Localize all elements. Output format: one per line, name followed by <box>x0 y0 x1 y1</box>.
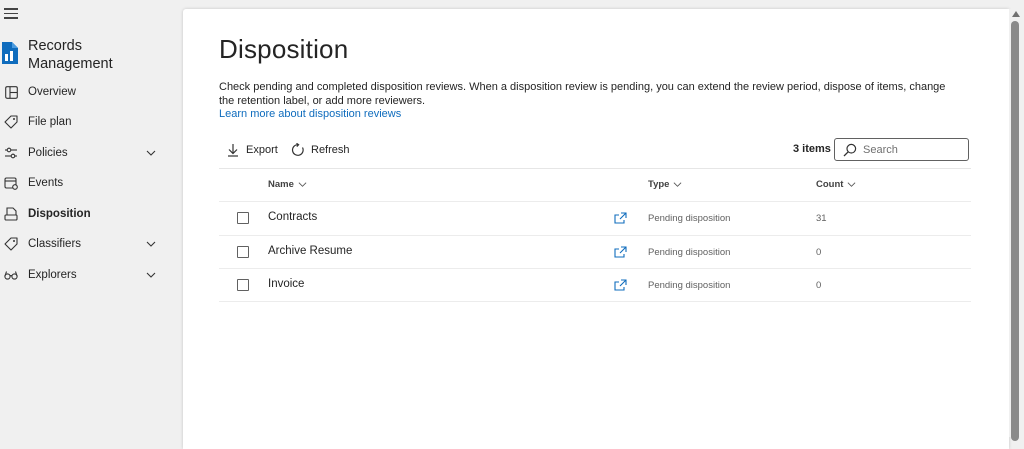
table-row[interactable]: Contracts Pending disposition 31 <box>219 201 971 235</box>
table-bottom-border <box>219 301 971 302</box>
row-checkbox[interactable] <box>237 279 249 291</box>
page-title: Disposition <box>219 34 349 64</box>
chevron-down-icon[interactable] <box>146 270 156 280</box>
nav-label-explorers: Explorers <box>28 269 77 281</box>
left-nav: Records Management Overview File plan Po… <box>0 0 182 437</box>
open-in-new-icon[interactable] <box>614 279 627 291</box>
records-management-icon <box>2 42 18 64</box>
nav-item-events[interactable]: Events <box>0 168 182 198</box>
tag-icon <box>4 115 18 129</box>
download-icon <box>226 143 240 157</box>
search-box[interactable] <box>834 138 969 161</box>
table-row[interactable]: Invoice Pending disposition 0 <box>219 268 971 302</box>
nav-label-policies: Policies <box>28 147 68 159</box>
row-count: 31 <box>816 213 827 224</box>
nav-item-explorers[interactable]: Explorers <box>0 260 182 290</box>
toolbar-divider <box>219 168 971 169</box>
refresh-label: Refresh <box>311 144 350 156</box>
sliders-icon <box>4 146 18 160</box>
chevron-down-icon <box>298 180 307 189</box>
row-checkbox[interactable] <box>237 246 249 258</box>
row-name[interactable]: Archive Resume <box>268 245 352 257</box>
tag-icon <box>4 237 18 251</box>
nav-item-overview[interactable]: Overview <box>0 77 182 107</box>
export-button[interactable]: Export <box>226 140 278 160</box>
nav-item-policies[interactable]: Policies <box>0 138 182 168</box>
column-header-name[interactable]: Name <box>268 179 307 190</box>
table-row[interactable]: Archive Resume Pending disposition 0 <box>219 235 971 269</box>
row-name[interactable]: Contracts <box>268 211 317 223</box>
nav-label-disposition: Disposition <box>28 208 91 220</box>
open-in-new-icon[interactable] <box>614 212 627 224</box>
page-description: Check pending and completed disposition … <box>219 81 946 107</box>
row-name[interactable]: Invoice <box>268 278 304 290</box>
column-header-count[interactable]: Count <box>816 179 856 190</box>
nav-item-disposition[interactable]: Disposition <box>0 199 182 229</box>
row-count: 0 <box>816 247 822 258</box>
items-count: 3 items <box>793 143 831 155</box>
row-checkbox[interactable] <box>237 212 249 224</box>
row-type: Pending disposition <box>648 213 731 224</box>
scrollbar-thumb[interactable] <box>1011 21 1019 441</box>
learn-more-link[interactable]: Learn more about disposition reviews <box>219 108 401 120</box>
row-type: Pending disposition <box>648 280 731 291</box>
refresh-icon <box>291 143 305 157</box>
column-header-count-label: Count <box>816 179 844 190</box>
chevron-down-icon[interactable] <box>146 148 156 158</box>
refresh-button[interactable]: Refresh <box>291 140 350 160</box>
glasses-icon <box>4 268 18 282</box>
chevron-down-icon[interactable] <box>146 239 156 249</box>
column-header-type-label: Type <box>648 179 670 190</box>
main-panel: Disposition Check pending and completed … <box>183 9 1009 449</box>
column-header-name-label: Name <box>268 179 294 190</box>
overview-icon <box>4 85 18 99</box>
nav-label-classifiers: Classifiers <box>28 238 82 250</box>
disposition-icon <box>4 207 18 221</box>
export-label: Export <box>246 144 278 156</box>
row-count: 0 <box>816 280 822 291</box>
app-title: Records Management <box>28 38 113 72</box>
hamburger-menu-icon[interactable] <box>4 6 20 20</box>
nav-label-events: Events <box>28 177 64 189</box>
vertical-scrollbar[interactable] <box>1009 9 1024 441</box>
events-icon <box>4 176 18 190</box>
nav-item-classifiers[interactable]: Classifiers <box>0 229 182 259</box>
search-icon <box>843 143 857 157</box>
scroll-up-arrow-icon[interactable] <box>1012 11 1020 17</box>
row-type: Pending disposition <box>648 247 731 258</box>
nav-label-file-plan: File plan <box>28 116 72 128</box>
chevron-down-icon <box>673 180 682 189</box>
nav-label-overview: Overview <box>28 86 76 98</box>
search-input[interactable] <box>863 143 963 156</box>
chevron-down-icon <box>847 180 856 189</box>
open-in-new-icon[interactable] <box>614 246 627 258</box>
nav-item-file-plan[interactable]: File plan <box>0 107 182 137</box>
column-header-type[interactable]: Type <box>648 179 682 190</box>
